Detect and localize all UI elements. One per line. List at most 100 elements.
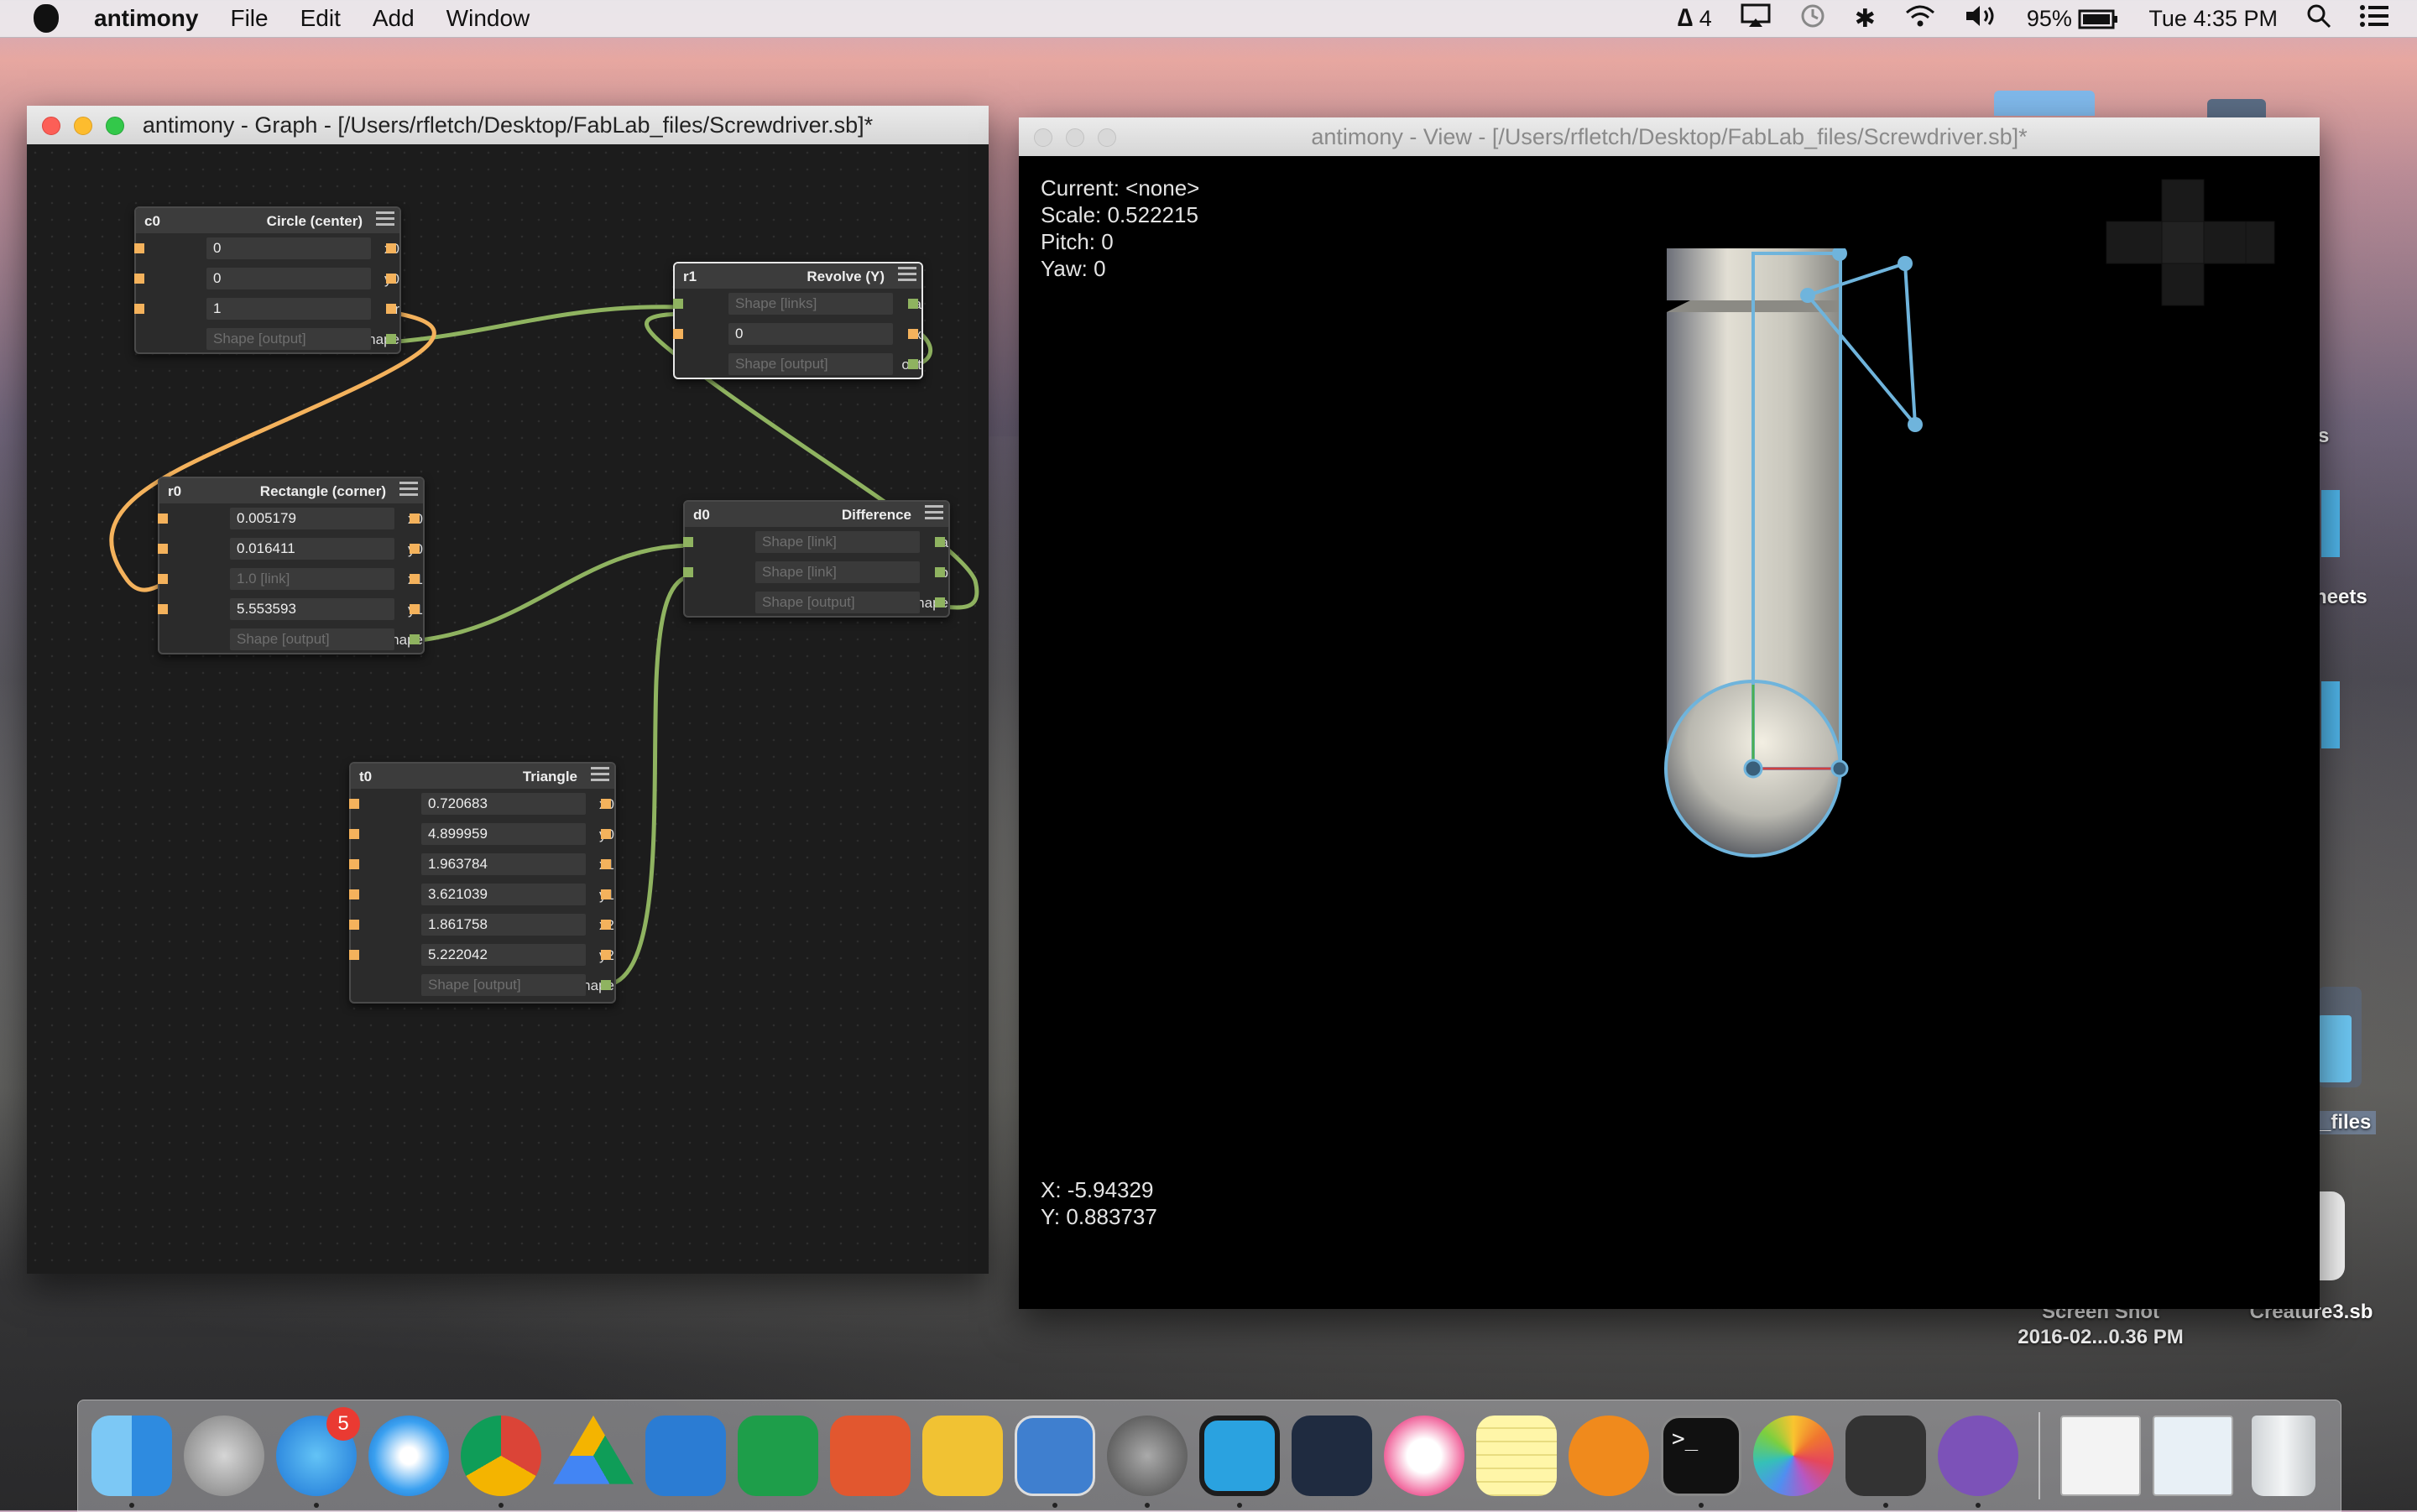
photos-icon[interactable] <box>1753 1416 1834 1496</box>
input-port[interactable] <box>683 537 693 547</box>
close-button[interactable] <box>1034 128 1052 147</box>
screenshot-stack-icon-2[interactable] <box>2153 1416 2233 1496</box>
output-port[interactable] <box>908 359 918 369</box>
menu-window[interactable]: Window <box>446 5 530 32</box>
brackets-icon[interactable] <box>1199 1416 1280 1496</box>
value-field[interactable]: 1 <box>206 298 371 320</box>
3d-viewport[interactable]: Current: <none> Scale: 0.522215 Pitch: 0… <box>1019 156 2320 1309</box>
input-port[interactable] <box>134 304 144 314</box>
input-port[interactable] <box>158 514 168 524</box>
menu-add[interactable]: Add <box>373 5 415 32</box>
node-menu-icon[interactable] <box>376 211 394 228</box>
minimize-button[interactable] <box>1066 128 1084 147</box>
desktop-file-blue-2[interactable] <box>2321 681 2340 748</box>
input-port[interactable] <box>134 274 144 284</box>
desktop-folder-blue[interactable] <box>2318 1015 2352 1082</box>
notes-icon[interactable] <box>1476 1416 1557 1496</box>
trash-icon[interactable] <box>2252 1416 2315 1496</box>
apple-menu-icon[interactable] <box>34 4 59 33</box>
bluetooth-icon[interactable]: ✱ <box>1855 4 1876 34</box>
output-port[interactable] <box>410 634 420 644</box>
input-port[interactable] <box>349 829 359 839</box>
value-field[interactable]: 5.553593 <box>230 598 394 620</box>
desktop-folder-icon[interactable] <box>1994 91 2095 116</box>
screwdriver-model[interactable] <box>1657 248 2093 903</box>
x11-icon[interactable] <box>1845 1416 1926 1496</box>
node-header[interactable]: c0 Circle (center) <box>136 208 399 233</box>
volume-icon[interactable] <box>1965 3 1998 34</box>
airplay-icon[interactable] <box>1741 3 1771 34</box>
desktop-doc[interactable] <box>2318 1191 2345 1280</box>
value-field[interactable]: 0.016411 <box>230 538 394 560</box>
system-preferences-icon[interactable] <box>1107 1416 1188 1496</box>
graph-window-titlebar[interactable]: antimony - Graph - [/Users/rfletch/Deskt… <box>27 106 989 145</box>
spotlight-search-icon[interactable] <box>2306 3 2331 34</box>
node-difference[interactable]: d0 Difference a Shape [link] b Shape [li… <box>683 500 950 618</box>
finder-icon[interactable] <box>91 1416 172 1496</box>
value-field[interactable]: 0 <box>728 323 893 345</box>
value-field[interactable]: 1.861758 <box>421 914 586 936</box>
input-port[interactable] <box>349 950 359 960</box>
value-field[interactable]: 0.005179 <box>230 508 394 529</box>
menu-file[interactable]: File <box>230 5 268 32</box>
value-field[interactable]: 4.899959 <box>421 823 586 845</box>
output-port[interactable] <box>908 329 918 339</box>
minimize-button[interactable] <box>74 117 92 135</box>
value-field[interactable]: 0 <box>206 237 371 259</box>
input-port[interactable] <box>349 920 359 930</box>
output-port[interactable] <box>908 299 918 309</box>
input-port[interactable] <box>158 574 168 584</box>
value-field[interactable]: 0.720683 <box>421 793 586 815</box>
output-port[interactable] <box>386 243 396 253</box>
input-port[interactable] <box>134 243 144 253</box>
outlook-icon[interactable] <box>922 1416 1003 1496</box>
safari-icon[interactable] <box>368 1416 449 1496</box>
launchpad-icon[interactable] <box>184 1416 264 1496</box>
output-port[interactable] <box>601 859 611 869</box>
output-port[interactable] <box>601 920 611 930</box>
input-port[interactable] <box>349 799 359 809</box>
output-port[interactable] <box>601 829 611 839</box>
node-header[interactable]: d0 Difference <box>685 502 948 527</box>
value-field[interactable]: 1.963784 <box>421 853 586 875</box>
node-circle-center[interactable]: c0 Circle (center) x0 0 y0 0 r 1 <box>134 206 401 354</box>
github-icon[interactable] <box>1938 1416 2018 1496</box>
node-menu-icon[interactable] <box>925 505 943 522</box>
input-port[interactable] <box>158 604 168 614</box>
input-port[interactable] <box>673 329 683 339</box>
zoom-button[interactable] <box>1098 128 1116 147</box>
input-port[interactable] <box>683 567 693 577</box>
value-field[interactable]: 0 <box>206 268 371 289</box>
input-port[interactable] <box>349 859 359 869</box>
close-button[interactable] <box>42 117 60 135</box>
powerpoint-icon[interactable] <box>830 1416 911 1496</box>
node-revolve-y[interactable]: r1 Revolve (Y) a Shape [links] x 0 out S… <box>673 262 923 379</box>
input-port[interactable] <box>673 299 683 309</box>
drive-icon[interactable] <box>553 1416 634 1484</box>
node-header[interactable]: r0 Rectangle (corner) <box>159 478 423 503</box>
menu-app-name[interactable]: antimony <box>94 5 198 32</box>
wifi-icon[interactable] <box>1904 3 1936 34</box>
clock[interactable]: Tue 4:35 PM <box>2148 6 2278 32</box>
node-header[interactable]: r1 Revolve (Y) <box>675 263 921 289</box>
word-icon[interactable] <box>645 1416 726 1496</box>
output-port[interactable] <box>410 574 420 584</box>
output-port[interactable] <box>410 544 420 554</box>
output-port[interactable] <box>410 604 420 614</box>
value-field[interactable]: 5.222042 <box>421 944 586 966</box>
node-rectangle-corner[interactable]: r0 Rectangle (corner) x0 0.005179 y0 0.0… <box>158 477 425 654</box>
notification-center-icon[interactable] <box>2360 4 2388 34</box>
output-port[interactable] <box>386 274 396 284</box>
itunes-icon[interactable] <box>1384 1416 1464 1496</box>
screenshot-stack-icon[interactable] <box>2060 1416 2141 1496</box>
view-window-titlebar[interactable]: antimony - View - [/Users/rfletch/Deskto… <box>1019 117 2320 157</box>
antimony-icon[interactable] <box>1015 1416 1095 1496</box>
output-port[interactable] <box>601 950 611 960</box>
output-port[interactable] <box>601 889 611 899</box>
zoom-button[interactable] <box>106 117 124 135</box>
node-menu-icon[interactable] <box>898 267 916 284</box>
output-port[interactable] <box>935 537 945 547</box>
node-header[interactable]: t0 Triangle <box>351 764 614 789</box>
menu-edit[interactable]: Edit <box>300 5 341 32</box>
desktop-file-blue-1[interactable] <box>2321 490 2340 557</box>
